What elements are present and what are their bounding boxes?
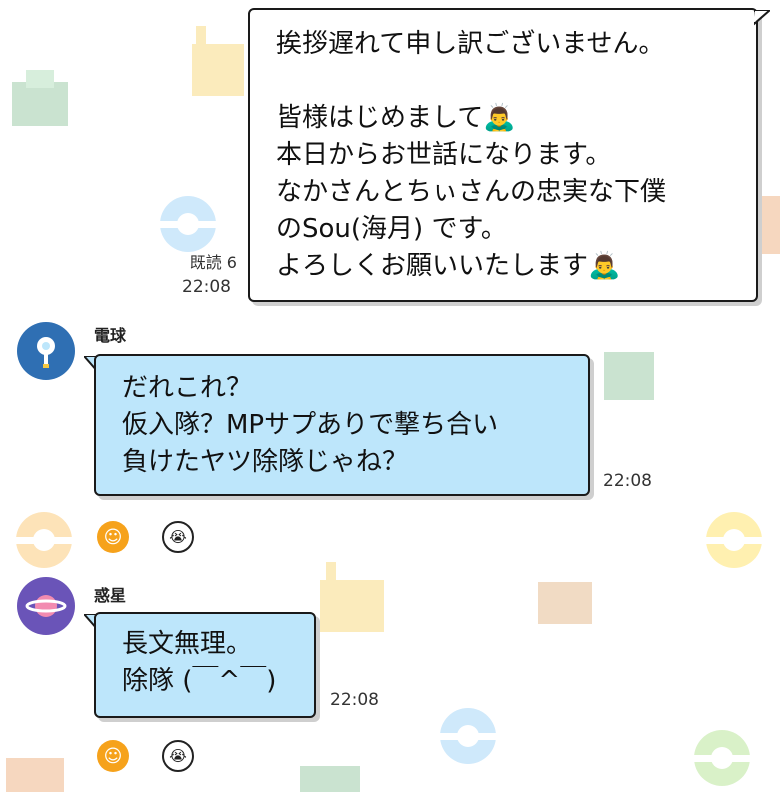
lightbulb-icon [37, 337, 55, 368]
background-ball-icon [440, 708, 496, 764]
background-monster-icon [6, 758, 64, 792]
incoming-message-bubble[interactable]: だれこれ？ 仮入隊？MPサプありで撃ち合い 負けたヤツ除隊じゃね？ [94, 354, 590, 496]
incoming-message-bubble[interactable]: 長文無理。 除隊 (￣^￣) [94, 612, 316, 718]
outgoing-message-bubble[interactable]: 挨拶遅れて申し訳ございません。 皆様はじめまして🙇‍♂️ 本日からお世話になりま… [248, 8, 758, 302]
sender-name: 電球 [94, 326, 127, 345]
read-count: 既読 6 [189, 253, 237, 272]
message-time: 22:08 [182, 277, 231, 297]
avatar-planet[interactable] [17, 577, 75, 635]
background-monster-icon [320, 562, 384, 632]
sender-name: 惑星 [94, 586, 127, 605]
background-ball-icon [16, 512, 72, 568]
background-ball-icon [706, 512, 762, 568]
crying-face-icon[interactable]: 😭 [162, 740, 194, 772]
background-monster-icon [12, 70, 68, 126]
bubble-tail [754, 10, 770, 26]
background-ball-icon [694, 730, 750, 786]
background-monster-icon [538, 582, 592, 624]
planet-icon [25, 595, 67, 617]
background-monster-icon [300, 766, 360, 792]
message-time: 22:08 [330, 690, 379, 710]
crying-face-icon[interactable]: 😭 [162, 521, 194, 553]
smile-icon[interactable]: ☺ [97, 521, 129, 553]
message-time: 22:08 [603, 471, 652, 491]
background-monster-icon [192, 26, 244, 96]
background-ball-icon [160, 196, 216, 252]
avatar-bulb[interactable] [17, 322, 75, 380]
read-receipt: 既読 6 [157, 253, 237, 273]
background-monster-icon [604, 352, 654, 400]
smile-icon[interactable]: ☺ [97, 740, 129, 772]
